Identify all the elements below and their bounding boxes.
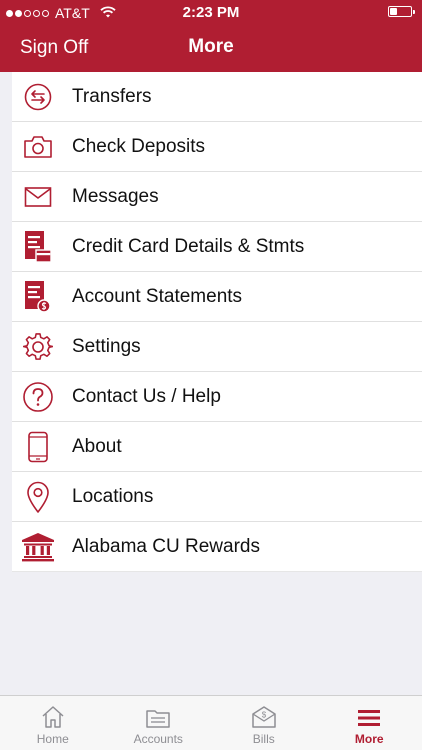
menu-item-label: Locations xyxy=(72,485,154,507)
menu-item-label: Account Statements xyxy=(72,285,243,307)
menu-item-label: Check Deposits xyxy=(72,135,206,157)
accounts-icon xyxy=(146,710,170,728)
battery-icon xyxy=(388,6,415,17)
bills-icon: $ xyxy=(252,706,276,728)
menu-item-settings[interactable]: Settings xyxy=(12,322,422,372)
menu-item-label: Settings xyxy=(72,335,141,357)
menu-icon xyxy=(358,710,381,726)
tab-bills[interactable]: $ Bills xyxy=(211,696,317,750)
svg-text:$: $ xyxy=(262,711,267,720)
menu-item-label: Contact Us / Help xyxy=(72,385,221,407)
navigation-bar: Sign Off More xyxy=(0,24,422,72)
menu-item-label: Credit Card Details & Stmts xyxy=(72,235,305,257)
phone-icon xyxy=(16,431,60,463)
credit-card-statement-icon xyxy=(16,230,60,264)
more-menu: Transfers Check Deposits Messages Credit… xyxy=(12,72,422,572)
tab-home[interactable]: Home xyxy=(0,696,106,750)
tab-bar: Home Accounts $ Bills More xyxy=(0,695,422,750)
menu-item-label: About xyxy=(72,435,122,457)
home-icon xyxy=(42,706,64,728)
tab-accounts[interactable]: Accounts xyxy=(106,696,212,750)
status-bar: AT&T 2:23 PM xyxy=(0,0,422,24)
gear-icon xyxy=(16,332,60,362)
menu-item-label: Messages xyxy=(72,185,159,207)
menu-item-account-statements[interactable]: Account Statements xyxy=(12,272,422,322)
tab-label: Accounts xyxy=(133,732,183,746)
menu-item-messages[interactable]: Messages xyxy=(12,172,422,222)
account-statement-icon xyxy=(16,280,60,314)
menu-item-contact-help[interactable]: Contact Us / Help xyxy=(12,372,422,422)
tab-label: Home xyxy=(36,732,69,746)
menu-item-label: Alabama CU Rewards xyxy=(72,535,260,557)
transfer-icon xyxy=(16,82,60,112)
menu-item-about[interactable]: About xyxy=(12,422,422,472)
clock: 2:23 PM xyxy=(182,4,240,21)
envelope-icon xyxy=(16,186,60,208)
tab-label: More xyxy=(354,732,384,746)
tab-more[interactable]: More xyxy=(317,696,422,750)
battery-level xyxy=(390,8,397,15)
map-pin-icon xyxy=(16,480,60,514)
bank-icon xyxy=(16,532,60,562)
tab-label: Bills xyxy=(252,732,275,746)
camera-icon xyxy=(16,134,60,160)
sign-off-button[interactable]: Sign Off xyxy=(20,37,88,59)
menu-item-locations[interactable]: Locations xyxy=(12,472,422,522)
question-icon xyxy=(16,381,60,413)
menu-item-credit-card-details[interactable]: Credit Card Details & Stmts xyxy=(12,222,422,272)
menu-item-label: Transfers xyxy=(72,85,152,107)
menu-item-transfers[interactable]: Transfers xyxy=(12,72,422,122)
menu-item-check-deposits[interactable]: Check Deposits xyxy=(12,122,422,172)
menu-item-rewards[interactable]: Alabama CU Rewards xyxy=(12,522,422,572)
